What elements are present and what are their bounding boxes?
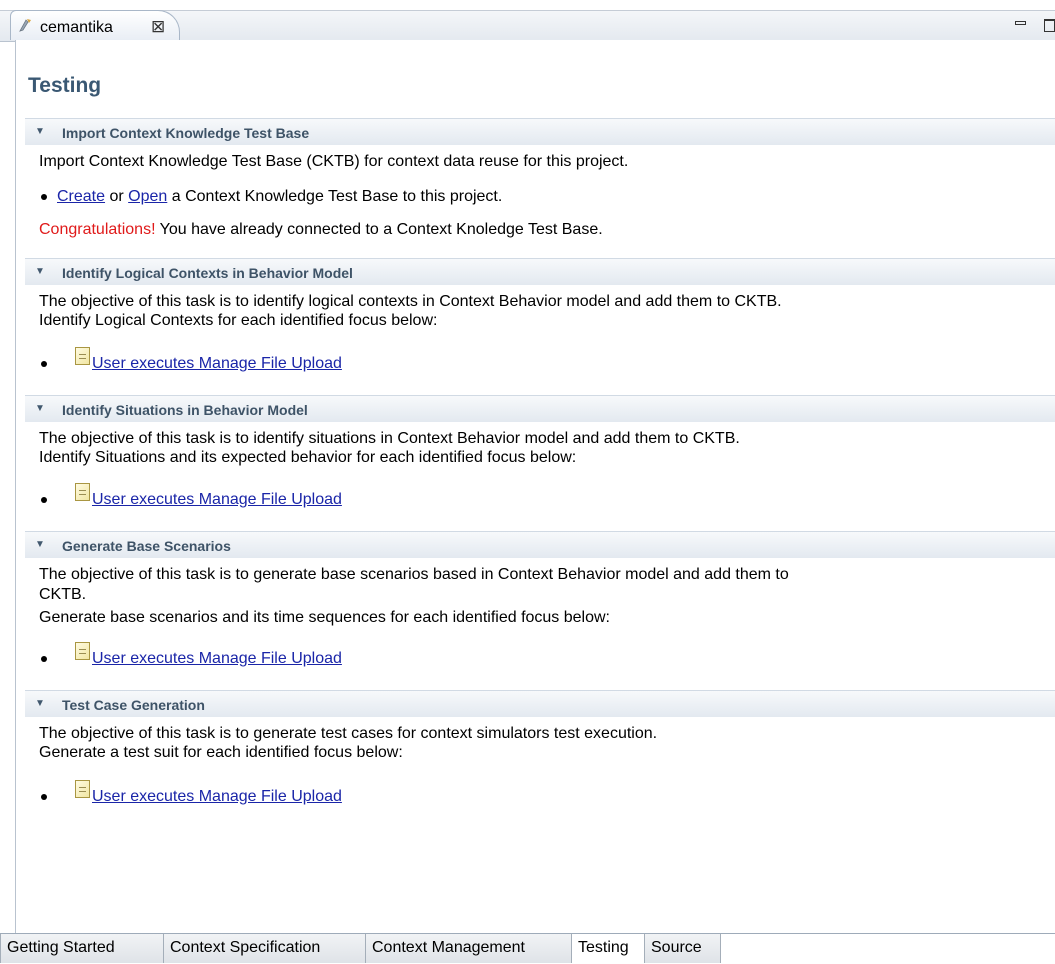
section-description: Import Context Knowledge Test Base (CKTB… <box>39 153 629 170</box>
section-header-situations[interactable]: ▼ Identify Situations in Behavior Model <box>25 395 1055 422</box>
section-header-logical-contexts[interactable]: ▼ Identify Logical Contexts in Behavior … <box>25 258 1055 285</box>
focus-link[interactable]: User executes Manage File Upload <box>92 355 342 373</box>
tab-context-specification[interactable]: Context Specification <box>164 934 366 963</box>
section-header-import-cktb[interactable]: ▼ Import Context Knowledge Test Base <box>25 118 1055 145</box>
triangle-down-icon[interactable]: ▼ <box>35 539 45 550</box>
link-separator: or <box>105 188 129 205</box>
open-link[interactable]: Open <box>128 188 167 205</box>
bullet <box>41 794 47 800</box>
link-suffix: a Context Knowledge Test Base to this pr… <box>167 188 503 205</box>
editor-tab-icon <box>18 17 34 38</box>
section-description-line: Identify Logical Contexts for each ident… <box>39 312 438 329</box>
page-tab-bar: Getting Started Context Specification Co… <box>0 933 1055 964</box>
document-icon <box>75 642 90 660</box>
status-text: You have already connected to a Context … <box>155 221 603 238</box>
triangle-down-icon[interactable]: ▼ <box>35 126 45 137</box>
section-description-line: The objective of this task is to generat… <box>39 566 789 583</box>
section-description-line: Identify Situations and its expected beh… <box>39 449 577 466</box>
close-icon[interactable]: ⊠ <box>151 17 165 37</box>
section-description-line: The objective of this task is to identif… <box>39 430 740 447</box>
tab-context-management[interactable]: Context Management <box>366 934 572 963</box>
section-description-line: Generate a test suit for each identified… <box>39 744 403 761</box>
document-icon <box>75 347 90 365</box>
triangle-down-icon[interactable]: ▼ <box>35 698 45 709</box>
section-description-line: The objective of this task is to generat… <box>39 725 658 742</box>
focus-link[interactable]: User executes Manage File Upload <box>92 650 342 668</box>
tab-source[interactable]: Source <box>645 934 721 963</box>
triangle-down-icon[interactable]: ▼ <box>35 266 45 277</box>
bullet <box>41 361 47 367</box>
tab-testing[interactable]: Testing <box>572 934 645 963</box>
section-title: Import Context Knowledge Test Base <box>62 125 310 141</box>
congrats-text: Congratulations! <box>39 221 156 238</box>
section-description-line: Generate base scenarios and its time seq… <box>39 609 610 626</box>
page-title: Testing <box>28 74 102 97</box>
bullet <box>41 656 47 662</box>
section-header-base-scenarios[interactable]: ▼ Generate Base Scenarios <box>25 531 1055 558</box>
triangle-down-icon[interactable]: ▼ <box>35 403 45 414</box>
focus-link[interactable]: User executes Manage File Upload <box>92 491 342 509</box>
create-open-line: Create or Open a Context Knowledge Test … <box>57 188 502 206</box>
tab-getting-started[interactable]: Getting Started <box>0 934 164 963</box>
section-description-line: The objective of this task is to identif… <box>39 293 782 310</box>
section-header-test-case-generation[interactable]: ▼ Test Case Generation <box>25 690 1055 717</box>
editor-tab-title: cemantika <box>40 19 113 36</box>
bullet <box>41 497 47 503</box>
create-link[interactable]: Create <box>57 188 105 205</box>
document-icon <box>75 483 90 501</box>
section-description-line: CKTB. <box>39 586 87 603</box>
maximize-icon[interactable] <box>1044 19 1055 32</box>
minimize-icon[interactable] <box>1015 19 1027 31</box>
section-title: Identify Situations in Behavior Model <box>62 402 308 418</box>
document-icon <box>75 780 90 798</box>
section-title: Generate Base Scenarios <box>62 538 231 554</box>
focus-link[interactable]: User executes Manage File Upload <box>92 788 342 806</box>
bullet <box>41 194 47 200</box>
connection-status: Congratulations! You have already connec… <box>39 221 603 239</box>
section-title: Test Case Generation <box>62 697 205 713</box>
section-title: Identify Logical Contexts in Behavior Mo… <box>62 265 353 281</box>
editor-tab-strip: cemantika ⊠ <box>0 0 1055 42</box>
